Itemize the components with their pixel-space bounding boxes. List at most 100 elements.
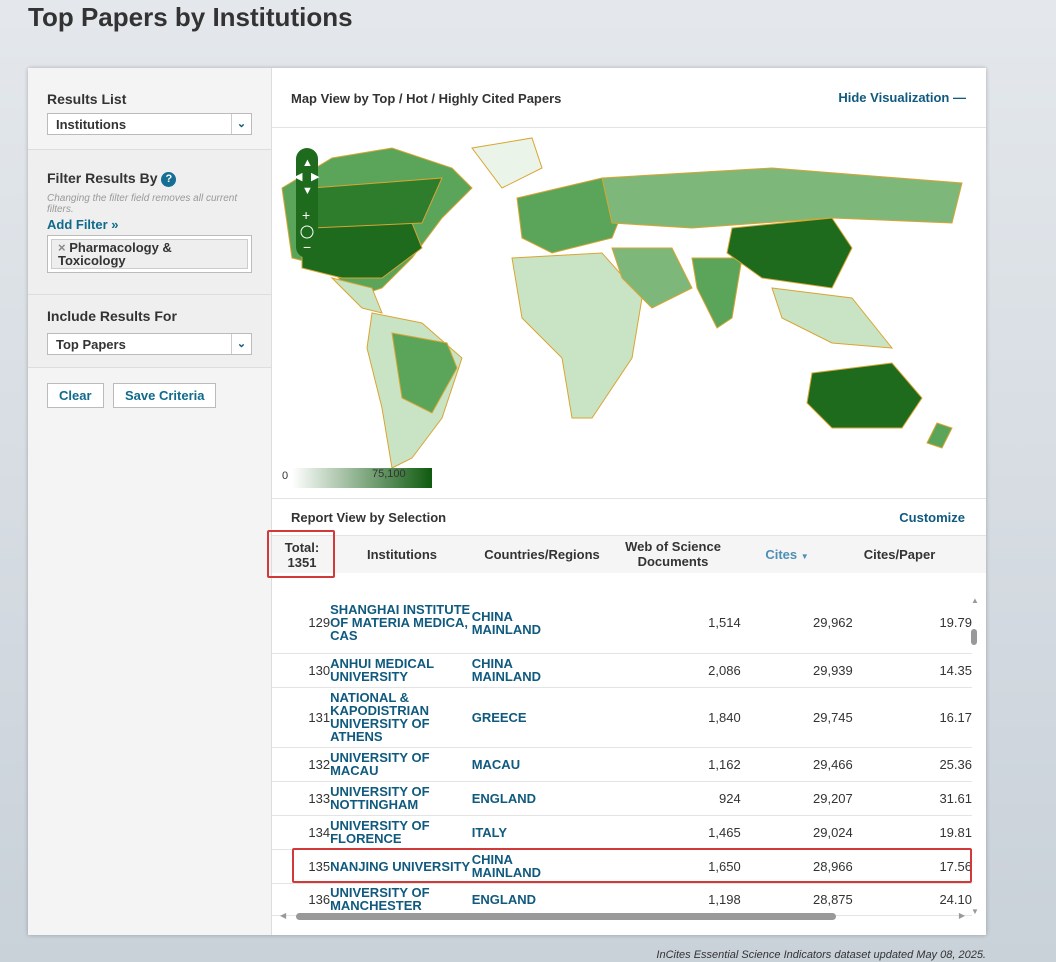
institution-link[interactable]: UNIVERSITY OF FLORENCE (330, 819, 472, 845)
institution-link[interactable]: UNIVERSITY OF NOTTINGHAM (330, 785, 472, 811)
customize-link[interactable]: Customize (899, 510, 965, 525)
china (726, 217, 853, 289)
cites: 29,207 (740, 781, 853, 816)
table-row[interactable]: 132 UNIVERSITY OF MACAU MACAU 1,162 29,4… (272, 747, 972, 782)
legend-gradient (292, 468, 432, 488)
vertical-scrollbar[interactable]: ▲ ▼ (971, 596, 979, 916)
cites-per-paper: 19.81 (852, 815, 972, 850)
chevron-down-icon[interactable]: ⌄ (231, 334, 251, 354)
institution-link[interactable]: UNIVERSITY OF MACAU (330, 751, 472, 777)
arrow-left-icon[interactable]: ◀ (294, 171, 303, 183)
filter-chip-label: Pharmacology & Toxicology (58, 240, 172, 268)
rank: 129 (272, 593, 331, 654)
save-criteria-button[interactable]: Save Criteria (112, 383, 217, 408)
chevron-down-icon[interactable]: ⌄ (231, 114, 251, 134)
results-list-value: Institutions (56, 117, 127, 132)
new-zealand (926, 422, 953, 449)
table-row[interactable]: 130 ANHUI MEDICAL UNIVERSITY CHINA MAINL… (272, 653, 972, 688)
country-link[interactable]: CHINA MAINLAND (472, 657, 562, 683)
rank: 133 (272, 781, 331, 816)
table-row[interactable]: 131 NATIONAL & KAPODISTRIAN UNIVERSITY O… (272, 687, 972, 748)
col-institutions[interactable]: Institutions (357, 547, 447, 562)
col-documents[interactable]: Web of Science Documents (617, 539, 729, 569)
country-link[interactable]: ENGLAND (472, 893, 562, 906)
col-cites-per-paper[interactable]: Cites/Paper (852, 547, 947, 562)
cites-per-paper: 14.35 (852, 653, 972, 688)
cites: 29,962 (740, 593, 853, 654)
scroll-up-icon: ▲ (971, 596, 979, 605)
total-highlight (267, 530, 335, 578)
add-filter-link[interactable]: Add Filter » (47, 217, 252, 232)
country-link[interactable]: ENGLAND (472, 792, 562, 805)
filter-note: Changing the filter field removes all cu… (47, 193, 238, 215)
filter-chip-box: × Pharmacology & Toxicology (47, 235, 252, 273)
table-header: Total: 1351 Institutions Countries/Region… (272, 535, 986, 573)
institution-link[interactable]: ANHUI MEDICAL UNIVERSITY (330, 657, 472, 683)
col-cites[interactable]: Cites ▼ (752, 547, 822, 562)
country-link[interactable]: GREECE (472, 711, 562, 724)
russia (601, 167, 963, 229)
world-map[interactable]: ▲ ◀ ▶ ▼ + − (272, 128, 986, 498)
legend-min: 0 (282, 470, 289, 482)
institution-link[interactable]: NATIONAL & KAPODISTRIAN UNIVERSITY OF AT… (330, 691, 472, 743)
cites-per-paper: 25.36 (852, 747, 972, 782)
southeast-asia (771, 287, 894, 349)
cites-label: Cites (765, 547, 798, 562)
australia (806, 362, 923, 429)
main-panel: Results List Institutions ⌄ Filter Result… (28, 68, 986, 935)
scroll-thumb (971, 629, 977, 645)
filter-label: Filter Results By (47, 170, 158, 186)
arrow-down-icon[interactable]: ▼ (302, 185, 313, 197)
horizontal-scrollbar[interactable]: ◀ ▶ (280, 911, 965, 921)
table-row[interactable]: 134 UNIVERSITY OF FLORENCE ITALY 1,465 2… (272, 815, 972, 850)
scroll-down-icon: ▼ (971, 907, 979, 916)
rank: 131 (272, 687, 331, 748)
table-row[interactable]: 133 UNIVERSITY OF NOTTINGHAM ENGLAND 924… (272, 781, 972, 816)
scroll-left-icon: ◀ (280, 911, 287, 920)
rank: 134 (272, 815, 331, 850)
help-icon[interactable]: ? (161, 172, 177, 187)
documents: 1,162 (593, 747, 741, 782)
country-link[interactable]: MACAU (472, 758, 562, 771)
institution-link[interactable]: SHANGHAI INSTITUTE OF MATERIA MEDICA, CA… (330, 603, 472, 642)
cites: 29,466 (740, 747, 853, 782)
clear-button[interactable]: Clear (47, 383, 104, 408)
map-zoom-controls: ▲ ◀ ▶ ▼ + − (294, 148, 320, 258)
cites: 29,745 (740, 687, 853, 748)
india (691, 257, 743, 329)
country-link[interactable]: ITALY (472, 826, 562, 839)
footer-note: InCites Essential Science Indicators dat… (656, 949, 986, 961)
cites: 29,939 (740, 653, 853, 688)
arrow-up-icon[interactable]: ▲ (302, 157, 313, 169)
include-value: Top Papers (56, 337, 126, 352)
report-title: Report View by Selection (291, 510, 447, 525)
zoom-out-icon[interactable]: − (303, 239, 311, 255)
sidebar: Results List Institutions ⌄ Filter Result… (28, 68, 272, 935)
documents: 2,086 (593, 653, 741, 688)
filter-chip[interactable]: × Pharmacology & Toxicology (51, 239, 248, 269)
arrow-right-icon[interactable]: ▶ (311, 171, 320, 183)
row-highlight (292, 848, 972, 883)
zoom-in-icon[interactable]: + (302, 207, 310, 223)
sort-desc-icon: ▼ (800, 552, 809, 561)
greenland (471, 137, 543, 189)
scroll-right-icon: ▶ (958, 911, 965, 920)
cites-per-paper: 19.79 (852, 593, 972, 654)
institution-link[interactable]: UNIVERSITY OF MANCHESTER (330, 886, 472, 912)
h-scroll-thumb (296, 913, 836, 920)
results-list-label: Results List (47, 91, 127, 107)
col-countries[interactable]: Countries/Regions (477, 547, 607, 562)
country-link[interactable]: CHINA MAINLAND (472, 610, 562, 636)
include-label: Include Results For (47, 308, 177, 324)
rank: 132 (272, 747, 331, 782)
include-select[interactable]: Top Papers ⌄ (47, 333, 252, 355)
minus-icon: — (953, 90, 966, 105)
page-title: Top Papers by Institutions (28, 2, 353, 32)
results-list-select[interactable]: Institutions ⌄ (47, 113, 252, 135)
cites-per-paper: 31.61 (852, 781, 972, 816)
usa (301, 222, 423, 279)
hide-visualization-link[interactable]: Hide Visualization — (838, 90, 966, 105)
documents: 1,514 (593, 593, 741, 654)
table-row[interactable]: 129 SHANGHAI INSTITUTE OF MATERIA MEDICA… (272, 593, 972, 654)
content: Map View by Top / Hot / Highly Cited Pap… (267, 68, 986, 935)
